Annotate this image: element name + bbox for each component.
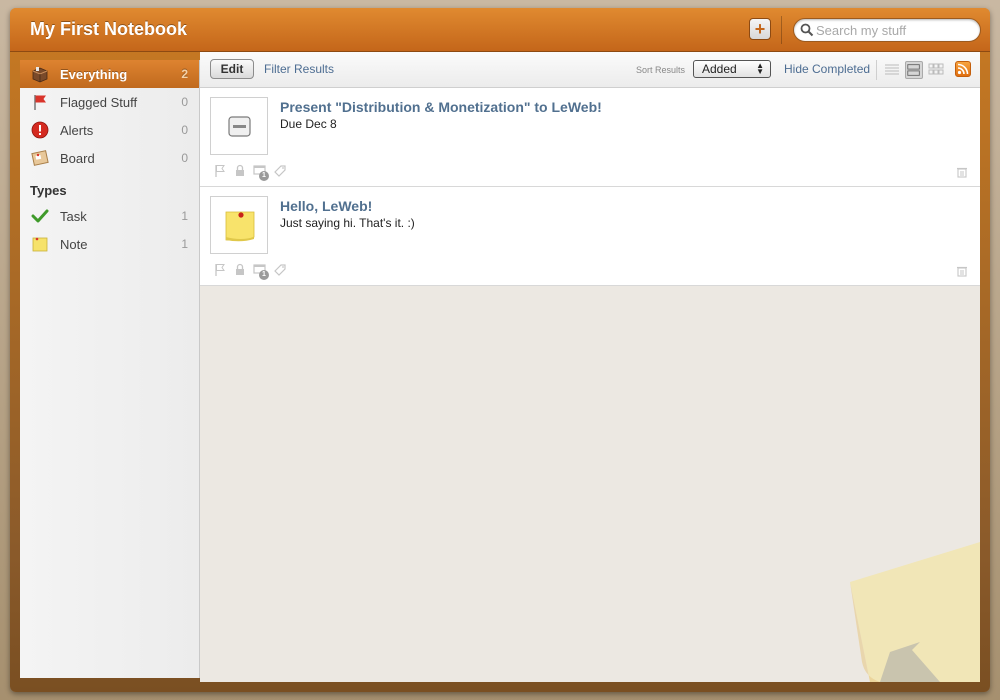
list-compact-view-icon[interactable]	[883, 61, 901, 79]
sort-select-value: Added	[702, 62, 737, 76]
rss-feed-button[interactable]	[955, 61, 971, 77]
sidebar-item-count: 0	[181, 151, 188, 165]
sidebar-item-count: 0	[181, 95, 188, 109]
sidebar-item-label: Task	[60, 208, 87, 224]
main-content: Edit Filter Results Sort Results Added ▲…	[200, 52, 980, 682]
flag-icon[interactable]	[213, 164, 227, 178]
sidebar-item-count: 1	[181, 237, 188, 251]
sidebar-item-everything[interactable]: Everything 2	[20, 60, 199, 88]
flag-icon[interactable]	[213, 263, 227, 277]
sticky-note-icon	[225, 211, 255, 242]
sidebar-item-count: 0	[181, 123, 188, 137]
item-due-date: Due Dec 8	[280, 117, 337, 131]
sidebar-item-task[interactable]: Task 1	[20, 202, 199, 230]
item-body: Just saying hi. That's it. :)	[280, 216, 415, 230]
results-toolbar: Edit Filter Results Sort Results Added ▲…	[200, 52, 980, 88]
sort-select[interactable]: Added ▲ ▼	[693, 60, 771, 78]
note-icon	[32, 237, 48, 252]
task-thumbnail	[210, 97, 268, 155]
checkmark-icon	[31, 209, 49, 223]
item-title[interactable]: Present "Distribution & Monetization" to…	[280, 99, 602, 115]
toolbar-divider	[876, 60, 877, 80]
box-icon	[32, 67, 48, 83]
sidebar-item-label: Flagged Stuff	[60, 94, 138, 110]
lock-icon[interactable]	[233, 263, 247, 277]
note-thumbnail	[210, 196, 268, 254]
tag-icon[interactable]	[273, 164, 287, 178]
list-item[interactable]: Present "Distribution & Monetization" to…	[200, 88, 980, 187]
app-title: My First Notebook	[30, 19, 188, 39]
sidebar-item-board[interactable]: Board 0	[20, 144, 199, 172]
sidebar-item-alerts[interactable]: Alerts 0	[20, 116, 199, 144]
item-actions: 1	[213, 164, 287, 181]
sort-results-label: Sort Results	[636, 65, 686, 75]
add-item-button[interactable]: +	[749, 18, 771, 40]
sidebar-item-label: Alerts	[60, 122, 94, 138]
sidebar-item-count: 1	[181, 209, 188, 223]
item-actions: 1	[213, 263, 287, 280]
sidebar-item-count: 2	[181, 67, 188, 81]
sidebar-item-flagged-stuff[interactable]: Flagged Stuff 0	[20, 88, 199, 116]
list-medium-view-icon[interactable]	[905, 61, 923, 79]
attachments-button[interactable]: 1	[253, 164, 269, 181]
grid-view-icon[interactable]	[927, 61, 945, 79]
edit-button[interactable]: Edit	[210, 59, 254, 79]
toolbar-divider	[781, 16, 782, 44]
types-heading: Types	[30, 183, 67, 198]
trash-icon[interactable]	[956, 166, 968, 178]
hide-completed-link[interactable]: Hide Completed	[784, 62, 870, 76]
sidebar-item-label: Everything	[60, 66, 128, 82]
filter-results-link[interactable]: Filter Results	[264, 62, 334, 76]
plus-icon: +	[754, 19, 766, 39]
sidebar: Everything 2 Flagged Stuff 0 Alerts 0 Bo…	[20, 60, 200, 678]
title-bar: My First Notebook +	[10, 8, 990, 52]
tag-icon[interactable]	[273, 263, 287, 277]
search-icon	[800, 23, 814, 37]
task-checkbox-icon[interactable]	[211, 98, 269, 156]
rss-icon	[957, 63, 969, 75]
attachment-count-badge: 1	[259, 171, 269, 181]
sidebar-item-label: Board	[60, 150, 95, 166]
flag-icon	[34, 95, 46, 110]
search-input[interactable]	[816, 21, 976, 39]
up-down-arrows-icon: ▲ ▼	[756, 61, 764, 76]
trash-icon[interactable]	[956, 265, 968, 277]
sidebar-item-note[interactable]: Note 1	[20, 230, 199, 258]
item-title[interactable]: Hello, LeWeb!	[280, 198, 372, 214]
background-note-decoration	[850, 542, 980, 682]
search-box[interactable]	[793, 18, 981, 42]
sidebar-item-label: Note	[60, 236, 88, 252]
board-icon	[31, 150, 49, 166]
alert-icon	[31, 121, 49, 139]
attachment-count-badge: 1	[259, 270, 269, 280]
attachments-button[interactable]: 1	[253, 263, 269, 280]
list-item[interactable]: Hello, LeWeb! Just saying hi. That's it.…	[200, 187, 980, 286]
lock-icon[interactable]	[233, 164, 247, 178]
